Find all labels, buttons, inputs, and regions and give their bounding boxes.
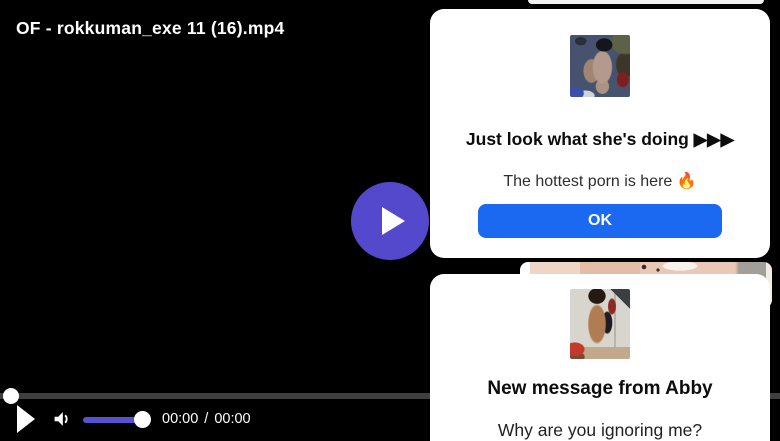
ok-button[interactable]: OK: [478, 204, 722, 238]
mute-button[interactable]: [50, 408, 72, 430]
progress-knob[interactable]: [3, 388, 19, 404]
speaker-icon: [50, 408, 72, 430]
message-subtitle: Why are you ignoring me?: [430, 420, 770, 441]
notification-peek-strip: [528, 0, 764, 4]
message-thumbnail[interactable]: [570, 289, 630, 359]
message-title: New message from Abby: [430, 378, 770, 400]
big-play-button[interactable]: [351, 182, 429, 260]
offer-subtitle: The hottest porn is here 🔥: [430, 171, 770, 191]
time-separator: /: [204, 411, 208, 427]
play-icon: [382, 207, 405, 235]
current-time: 00:00: [162, 411, 198, 427]
time-display: 00:00 / 00:00: [162, 411, 251, 427]
volume-knob[interactable]: [134, 411, 151, 428]
offer-title: Just look what she's doing ▶▶▶: [430, 129, 770, 150]
video-title: OF - rokkuman_exe 11 (16).mp4: [16, 18, 284, 39]
play-button[interactable]: [17, 405, 35, 433]
offer-thumbnail[interactable]: [570, 35, 630, 97]
duration: 00:00: [214, 411, 250, 427]
popup-message[interactable]: New message from Abby Why are you ignori…: [430, 274, 770, 441]
page: OF - rokkuman_exe 11 (16).mp4 00:00/00:0…: [0, 0, 780, 441]
popup-offer[interactable]: Just look what she's doing ▶▶▶ The hotte…: [430, 9, 770, 258]
